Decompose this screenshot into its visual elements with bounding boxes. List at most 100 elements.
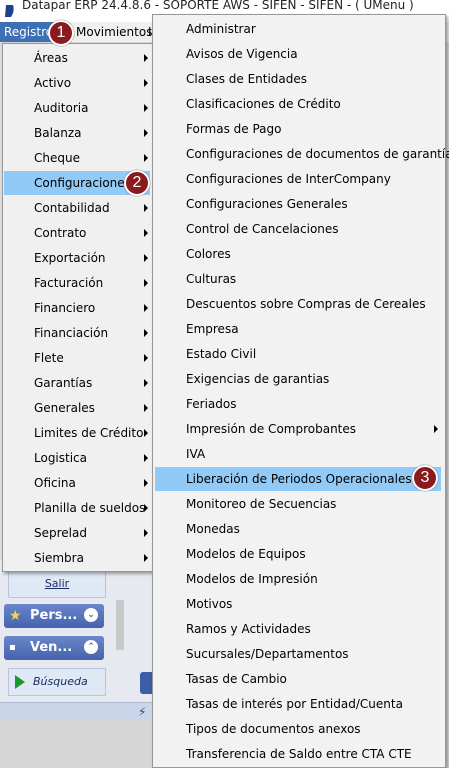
menu-item-facturacion[interactable]: Facturación: [3, 271, 151, 295]
menu-item-garantias[interactable]: Garantías: [3, 371, 151, 395]
section-header-ven[interactable]: ▪ Ven... ⌃: [4, 636, 104, 660]
menu-item-exigencias-de-garantias[interactable]: Exigencias de garantias: [153, 367, 443, 391]
menu-item-label: Exigencias de garantias: [186, 372, 330, 386]
menu-item-seprelad[interactable]: Seprelad: [3, 521, 151, 545]
menu-item-tasas-de-cambio[interactable]: Tasas de Cambio: [153, 667, 443, 691]
menu-item-label: Seprelad: [34, 526, 87, 540]
busqueda-button[interactable]: Búsqueda: [8, 668, 106, 696]
menu-item-label: Contabilidad: [34, 201, 110, 215]
menu-item-label: Flete: [34, 351, 64, 365]
menu-item-culturas[interactable]: Culturas: [153, 267, 443, 291]
menu-item-iva[interactable]: IVA: [153, 442, 443, 466]
menu-item-flete[interactable]: Flete: [3, 346, 151, 370]
menu-item-label: Feriados: [186, 397, 237, 411]
menu-item-avisos-de-vigencia[interactable]: Avisos de Vigencia: [153, 42, 443, 66]
submenu-arrow-icon: [434, 425, 438, 433]
menu-item-estado-civil[interactable]: Estado Civil: [153, 342, 443, 366]
submenu-arrow-icon: [144, 404, 148, 412]
submenu-arrow-icon: [144, 204, 148, 212]
menu-item-configuraciones-de-documentos-de-garantia[interactable]: Configuraciones de documentos de garantí…: [153, 142, 449, 166]
menu-item-clases-de-entidades[interactable]: Clases de Entidades: [153, 67, 443, 91]
submenu-arrow-icon: [144, 504, 148, 512]
section-pers-label: Pers...: [30, 608, 78, 623]
salir-link[interactable]: Salir: [9, 571, 105, 597]
menu-item-label: Generales: [34, 401, 95, 415]
menu-item-oficina[interactable]: Oficina: [3, 471, 151, 495]
step-badge-3: 3: [412, 465, 438, 491]
menu-item-planilla-de-sueldos[interactable]: Planilla de sueldos: [3, 496, 151, 520]
menu-item-modelos-de-equipos[interactable]: Modelos de Equipos: [153, 542, 443, 566]
menu-item-label: Financiación: [34, 326, 109, 340]
menu-item-label: Configuraciones Generales: [186, 197, 348, 211]
menu-item-balanza[interactable]: Balanza: [3, 121, 151, 145]
menu-item-control-de-cancelaciones[interactable]: Control de Cancelaciones: [153, 217, 443, 241]
menu-item-label: IVA: [186, 447, 206, 461]
submenu-arrow-icon: [144, 429, 148, 437]
menu-item-label: Colores: [186, 247, 231, 261]
menu-item-colores[interactable]: Colores: [153, 242, 443, 266]
menu-item-label: Control de Cancelaciones: [186, 222, 339, 236]
menu-item-contabilidad[interactable]: Contabilidad: [3, 196, 151, 220]
menu-item-logistica[interactable]: Logistica: [3, 446, 151, 470]
menu-item-label: Tasas de interés por Entidad/Cuenta: [186, 697, 403, 711]
submenu-arrow-icon: [144, 354, 148, 362]
menu-item-administrar[interactable]: Administrar: [153, 17, 443, 41]
menu-item-label: Activo: [34, 76, 72, 90]
submenu-arrow-icon: [144, 379, 148, 387]
menu-item-generales[interactable]: Generales: [3, 396, 151, 420]
menu-item-label: Modelos de Equipos: [186, 547, 306, 561]
menu-item-cheque[interactable]: Cheque: [3, 146, 151, 170]
menu-item-financiero[interactable]: Financiero: [3, 296, 151, 320]
chevron-up-icon[interactable]: ⌃: [84, 640, 98, 654]
menu-item-label: Formas de Pago: [186, 122, 282, 136]
menu-item-tipos-de-documentos-anexos[interactable]: Tipos de documentos anexos: [153, 717, 443, 741]
menu-item-label: Balanza: [34, 126, 82, 140]
play-icon: [15, 675, 25, 689]
menu-item-configuraciones-generales[interactable]: Configuraciones Generales: [153, 192, 443, 216]
menu-item-label: Empresa: [186, 322, 239, 336]
menu-item-financiacion[interactable]: Financiación: [3, 321, 151, 345]
submenu-arrow-icon: [144, 79, 148, 87]
salir-panel[interactable]: Salir: [8, 570, 106, 598]
menu-item-clasificaciones-de-credito[interactable]: Clasificaciones de Crédito: [153, 92, 443, 116]
plug-icon: ⚡: [138, 705, 147, 719]
section-header-pers[interactable]: ★ Pers... ⌄: [4, 604, 104, 628]
step-badge-2: 2: [124, 170, 150, 196]
menu-item-label: Oficina: [34, 476, 76, 490]
menu-item-feriados[interactable]: Feriados: [153, 392, 443, 416]
menu-item-label: Siembra: [34, 551, 84, 565]
scrollbar[interactable]: [116, 600, 124, 650]
menu-item-ramos-y-actividades[interactable]: Ramos y Actividades: [153, 617, 443, 641]
chevron-down-icon[interactable]: ⌄: [84, 608, 98, 622]
menu-item-activo[interactable]: Activo: [3, 71, 151, 95]
menu-item-monitoreo-de-secuencias[interactable]: Monitoreo de Secuencias: [153, 492, 443, 516]
menu-item-areas[interactable]: Áreas: [3, 46, 151, 70]
menu-item-auditoria[interactable]: Auditoria: [3, 96, 151, 120]
submenu-arrow-icon: [144, 529, 148, 537]
menu-item-transferencia-de-saldo-entre-cta-cte[interactable]: Transferencia de Saldo entre CTA CTE: [153, 742, 443, 766]
menu-item-formas-de-pago[interactable]: Formas de Pago: [153, 117, 443, 141]
menu-item-label: Clasificaciones de Crédito: [186, 97, 341, 111]
menu-item-liberacion-de-periodos-operacionales[interactable]: Liberación de Periodos Operacionales: [155, 467, 441, 491]
menu-item-label: Configuraciones: [34, 176, 131, 190]
menu-item-motivos[interactable]: Motivos: [153, 592, 443, 616]
menu-item-siembra[interactable]: Siembra: [3, 546, 151, 570]
status-bar: ⚡: [0, 702, 160, 721]
menu-item-monedas[interactable]: Monedas: [153, 517, 443, 541]
submenu-arrow-icon: [144, 129, 148, 137]
menu-item-descuentos-sobre-compras-de-cereales[interactable]: Descuentos sobre Compras de Cereales: [153, 292, 443, 316]
menu-item-configuraciones-de-intercompany[interactable]: Configuraciones de InterCompany: [153, 167, 443, 191]
menu-item-label: Tasas de Cambio: [186, 672, 287, 686]
menu-item-label: Liberación de Periodos Operacionales: [186, 472, 412, 486]
menu-item-tasas-de-interes-por-entidad-cuenta[interactable]: Tasas de interés por Entidad/Cuenta: [153, 692, 443, 716]
menu-item-impresion-de-comprobantes[interactable]: Impresión de Comprobantes: [153, 417, 443, 441]
menu-item-modelos-de-impresion[interactable]: Modelos de Impresión: [153, 567, 443, 591]
menu-item-label: Administrar: [186, 22, 256, 36]
menu-item-limites-de-credito[interactable]: Limites de Crédito: [3, 421, 151, 445]
menu-item-sucursales-departamentos[interactable]: Sucursales/Departamentos: [153, 642, 443, 666]
menu-item-empresa[interactable]: Empresa: [153, 317, 443, 341]
menu-item-contrato[interactable]: Contrato: [3, 221, 151, 245]
menu-item-exportacion[interactable]: Exportación: [3, 246, 151, 270]
side-tab[interactable]: [140, 672, 152, 694]
menu-item-label: Facturación: [34, 276, 104, 290]
